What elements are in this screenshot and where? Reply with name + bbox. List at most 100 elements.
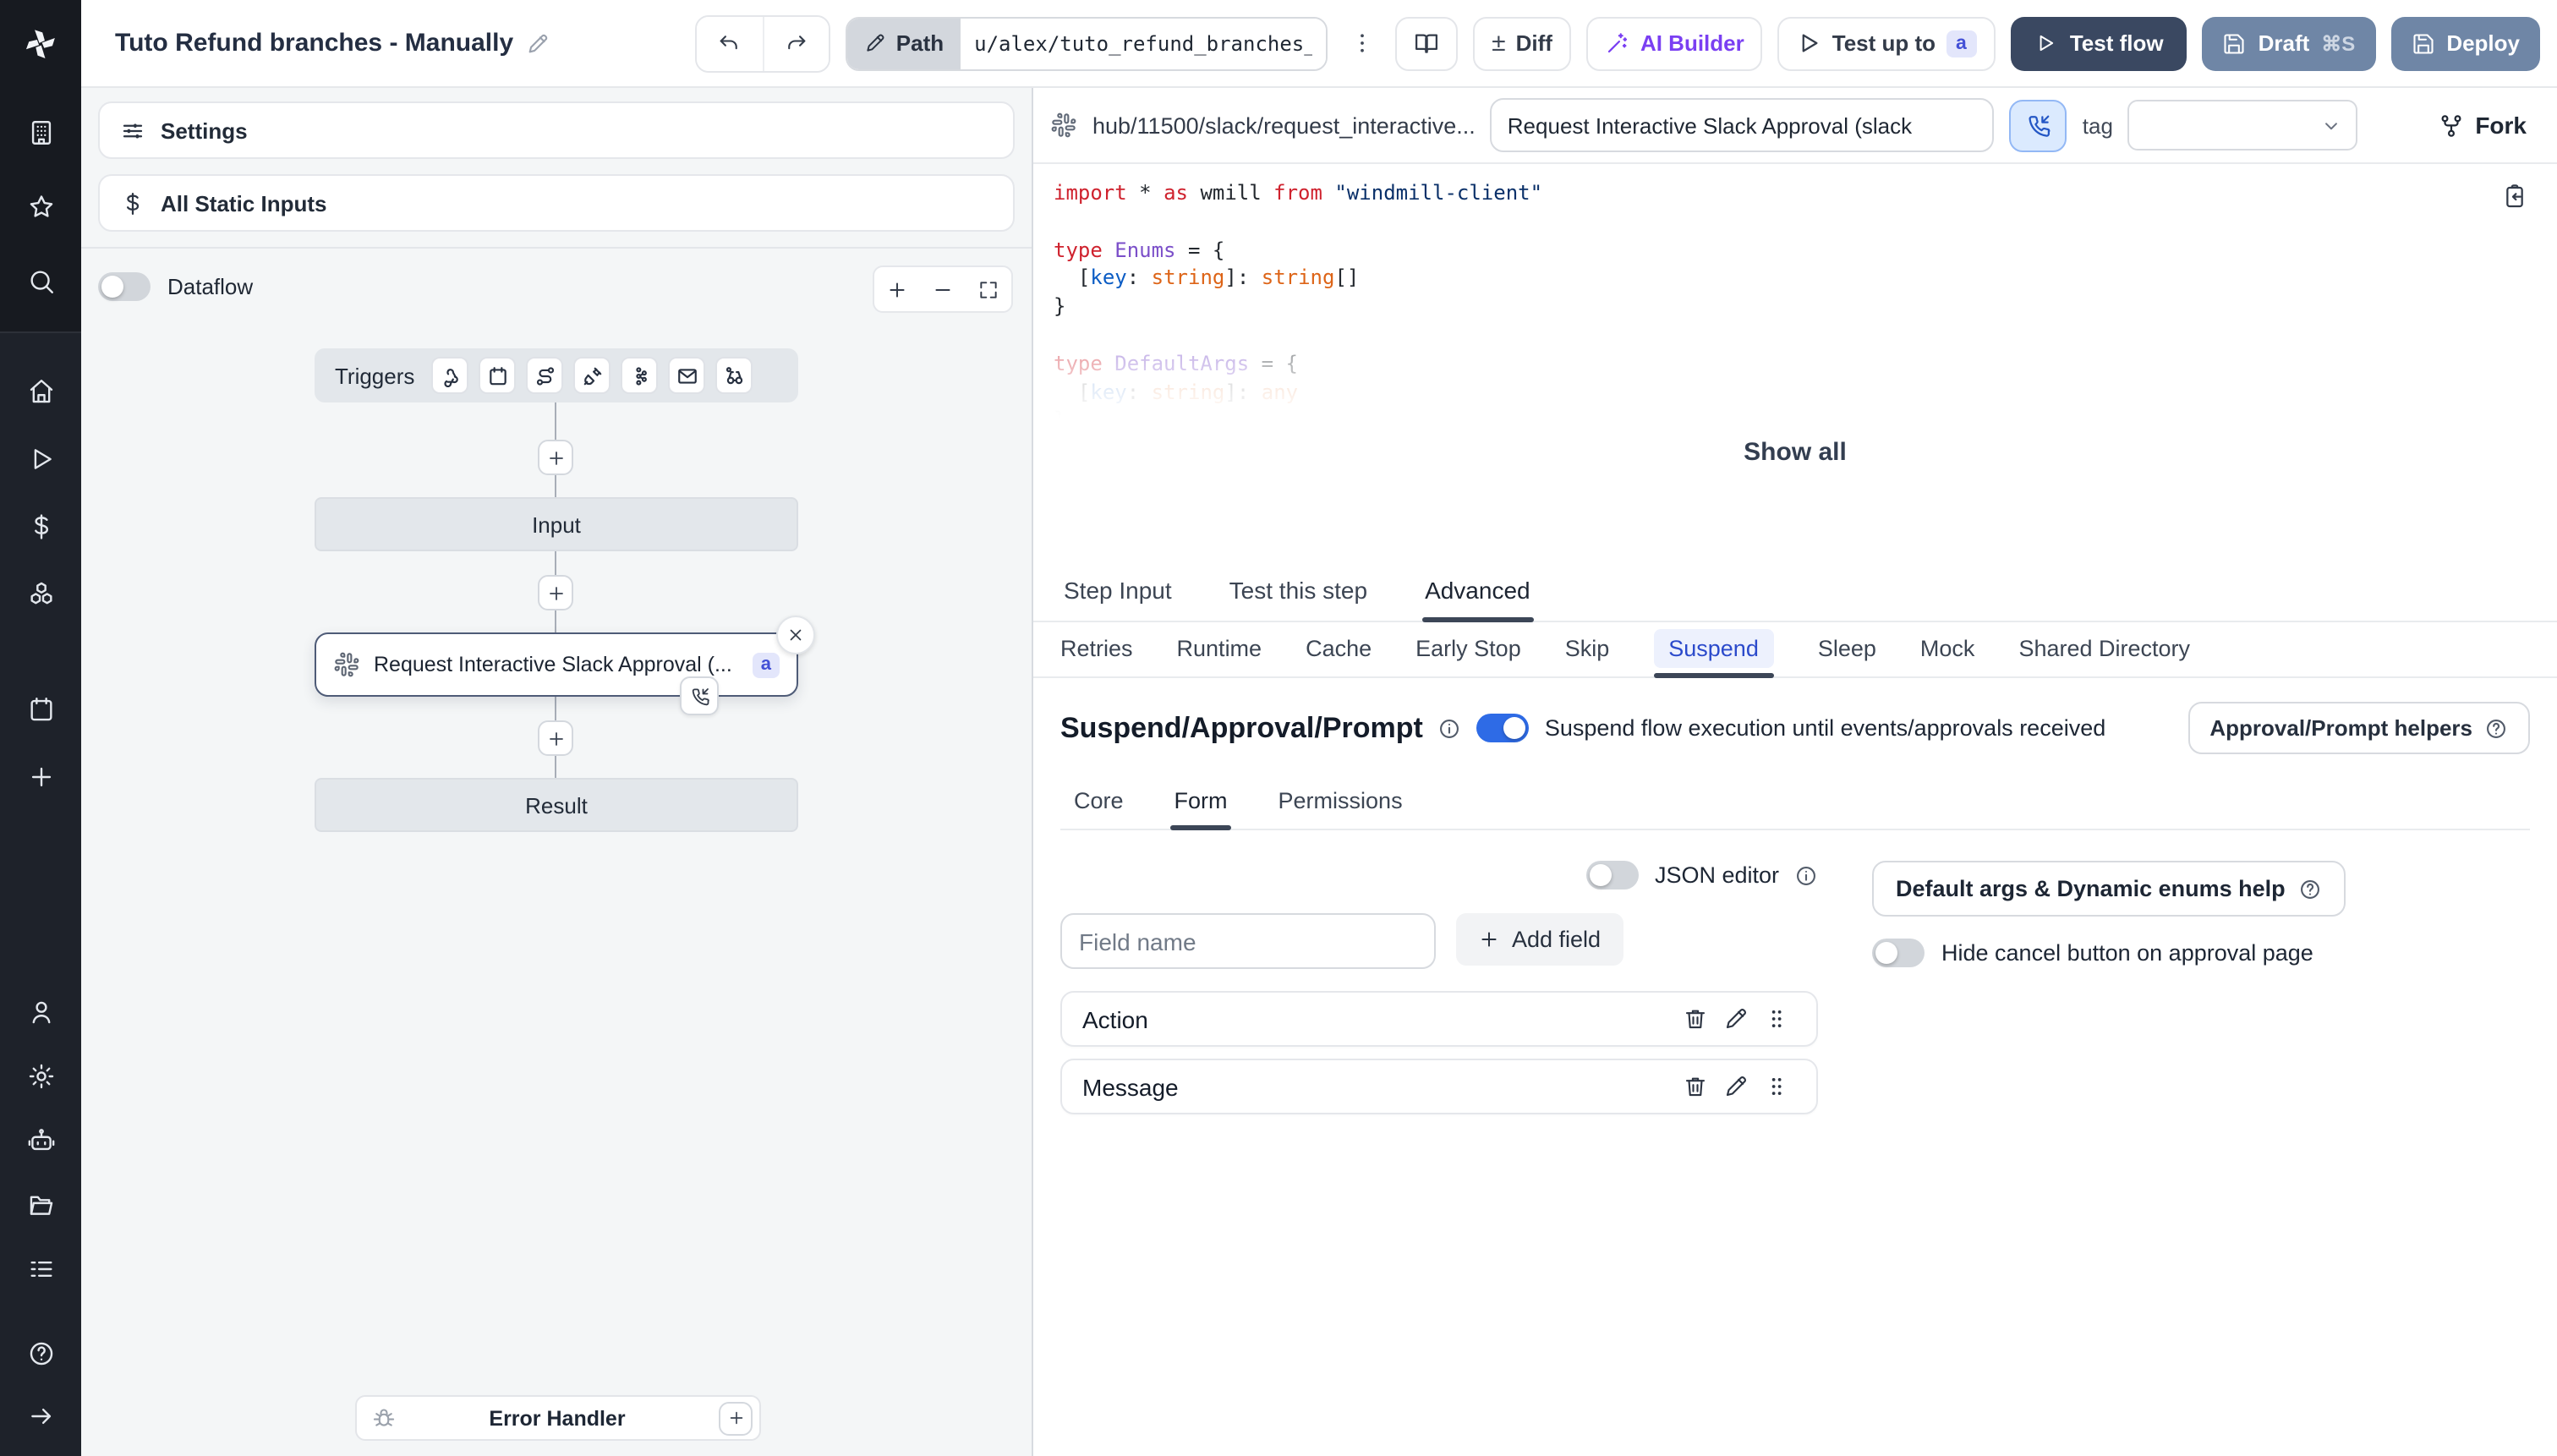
suspend-enable-toggle[interactable] [1476,714,1530,742]
undo-redo-group [694,14,830,72]
fork-button[interactable]: Fork [2438,112,2540,139]
drag-field-handle[interactable] [1755,999,1796,1039]
code-lines: import * as wmill from "windmill-client"… [1054,179,2537,435]
result-node[interactable]: Result [315,778,798,832]
sidebar-item-calendar[interactable] [20,688,61,729]
suspend-toggle-button[interactable] [2009,99,2067,151]
sidebar-item-dollar[interactable] [20,506,61,546]
advanced-tab-runtime[interactable]: Runtime [1177,622,1262,676]
add-error-handler-button[interactable] [719,1401,753,1435]
copy-code-button[interactable] [2501,183,2528,211]
sidebar-item-gear[interactable] [20,1055,61,1096]
docs-button[interactable] [1395,16,1459,70]
sidebar-item-folder[interactable] [20,1184,61,1224]
tab-test-this-step[interactable]: Test this step [1226,561,1371,621]
default-args-help-button[interactable]: Default args & Dynamic enums help [1872,861,2346,917]
plus-icon [890,282,905,297]
suspend-tab-core[interactable]: Core [1070,778,1127,829]
sidebar-item-building[interactable] [20,112,61,152]
sidebar-item-plus[interactable] [20,756,61,796]
test-flow-button[interactable]: Test flow [2010,16,2187,70]
advanced-tab-shared-directory[interactable]: Shared Directory [2018,622,2190,676]
field-name-input[interactable] [1060,913,1436,969]
advanced-tab-early-stop[interactable]: Early Stop [1415,622,1521,676]
sidebar-item-arrow-right[interactable] [20,1395,61,1436]
deploy-button[interactable]: Deploy [2390,16,2540,70]
zoom-in-button[interactable] [874,267,920,311]
add-field-button[interactable]: Add field [1456,913,1623,966]
sidebar-item-play[interactable] [20,438,61,479]
approval-prompt-helpers-button[interactable]: Approval/Prompt helpers [2187,702,2530,754]
error-handler-node[interactable]: Error Handler [355,1395,761,1441]
sidebar-item-search[interactable] [20,260,61,301]
sidebar-item-list[interactable] [20,1248,61,1289]
trigger-webhook-button[interactable] [431,357,469,394]
trigger-calendar-button[interactable] [479,357,517,394]
input-node[interactable]: Input [315,497,798,551]
show-all-code-button[interactable]: Show all [1744,438,1847,467]
code-editor[interactable]: import * as wmill from "windmill-client"… [1033,164,2557,435]
edit-field-button[interactable] [1715,999,1755,1039]
git-fork-icon [2440,114,2461,136]
delete-field-button[interactable] [1674,1066,1715,1107]
tab-step-input[interactable]: Step Input [1060,561,1175,621]
sidebar-item-user[interactable] [20,991,61,1032]
sidebar-item-home[interactable] [20,370,61,411]
trigger-mail-button[interactable] [668,357,706,394]
trigger-route-button[interactable] [526,357,564,394]
edit-title-pencil-icon[interactable] [525,31,549,55]
sidebar-item-bot[interactable] [20,1119,61,1160]
advanced-tab-retries[interactable]: Retries [1060,622,1133,676]
redo-button[interactable] [762,16,829,70]
suspend-tab-form[interactable]: Form [1170,778,1231,830]
edit-field-button[interactable] [1715,1066,1755,1107]
path-input[interactable] [961,18,1327,68]
content-split: Settings All Static Inputs Dataflow Trig… [81,88,2557,1456]
windmill-logo[interactable] [0,0,81,88]
delete-field-button[interactable] [1674,999,1715,1039]
advanced-tab-suspend[interactable]: Suspend [1653,622,1775,678]
zoom-out-button[interactable] [920,267,966,311]
code-line: type Enums = { [1054,238,1225,262]
more-options-button[interactable] [1343,16,1380,70]
info-icon[interactable] [1438,716,1462,740]
fit-view-button[interactable] [966,267,1011,311]
diff-button[interactable]: ± Diff [1473,16,1571,70]
sidebar-item-cubes[interactable] [20,573,61,614]
insert-step-button-1[interactable] [538,440,573,475]
tag-select[interactable] [2127,100,2358,151]
draft-button[interactable]: Draft ⌘S [2202,16,2376,70]
sidebar-item-star[interactable] [20,186,61,227]
advanced-tab-skip[interactable]: Skip [1565,622,1610,676]
flow-settings-button[interactable]: Settings [98,101,1015,159]
ai-builder-button[interactable]: AI Builder [1585,16,1763,70]
node-label: Request Interactive Slack Approval (... [374,653,732,676]
all-static-inputs-button[interactable]: All Static Inputs [98,174,1015,232]
triggers-node[interactable]: Triggers [315,348,798,402]
advanced-tab-sleep[interactable]: Sleep [1818,622,1876,676]
undo-button[interactable] [696,16,763,70]
insert-step-button-2[interactable] [538,575,573,610]
advanced-tab-cache[interactable]: Cache [1306,622,1372,676]
drag-field-handle[interactable] [1755,1066,1796,1107]
hide-cancel-toggle[interactable] [1872,939,1925,967]
json-editor-toggle[interactable] [1586,861,1640,889]
delete-node-button[interactable] [776,616,815,654]
suspend-form-grid: JSON editor Add field Action Message [1060,830,2530,1126]
sidebar-item-help[interactable] [20,1333,61,1373]
info-icon[interactable] [1794,863,1818,887]
trigger-poll-button[interactable] [715,357,753,394]
trigger-plug-button[interactable] [573,357,611,394]
test-up-to-button[interactable]: Test up to a [1777,16,1996,70]
path-label: Path [846,18,961,68]
hub-script-path[interactable]: hub/11500/slack/request_interactive... [1092,112,1476,138]
dataflow-toggle[interactable] [98,272,151,301]
slack-approval-node[interactable]: Request Interactive Slack Approval (... … [315,616,815,715]
tab-advanced[interactable]: Advanced [1421,561,1535,622]
trigger-kafka-button[interactable] [621,357,659,394]
advanced-tab-mock[interactable]: Mock [1920,622,1975,676]
insert-step-button-3[interactable] [538,720,573,756]
step-summary-input[interactable] [1490,98,1995,152]
suspend-tab-permissions[interactable]: Permissions [1275,778,1406,829]
